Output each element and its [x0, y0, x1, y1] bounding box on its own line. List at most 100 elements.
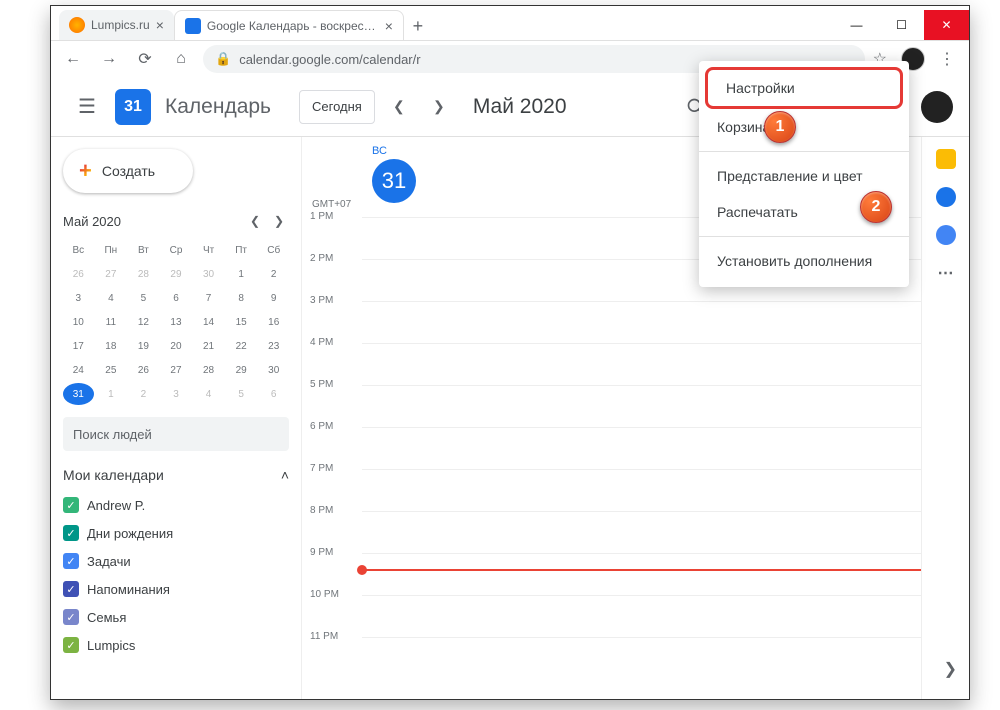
- calendar-item[interactable]: ✓Напоминания: [63, 575, 289, 603]
- mini-day[interactable]: 22: [226, 335, 257, 357]
- mini-day[interactable]: 18: [96, 335, 127, 357]
- mini-day[interactable]: 31: [63, 383, 94, 405]
- mini-day[interactable]: 4: [193, 383, 224, 405]
- my-calendars-toggle[interactable]: Мои календари ˄: [63, 467, 289, 483]
- titlebar: Lumpics.ru × Google Календарь - воскресе…: [51, 6, 969, 41]
- mini-day[interactable]: 29: [161, 263, 192, 285]
- tab-lumpics[interactable]: Lumpics.ru ×: [59, 10, 174, 40]
- browser-menu-icon[interactable]: ⋮: [933, 49, 961, 69]
- hour-row[interactable]: 9 PM: [302, 553, 921, 595]
- keep-icon[interactable]: [936, 149, 956, 169]
- hour-row[interactable]: 10 PM: [302, 595, 921, 637]
- mini-day[interactable]: 3: [161, 383, 192, 405]
- minimize-button[interactable]: —: [834, 10, 879, 40]
- more-icon[interactable]: ⋯: [938, 263, 954, 283]
- mini-day[interactable]: 5: [128, 287, 159, 309]
- mini-day[interactable]: 10: [63, 311, 94, 333]
- menu-addons[interactable]: Установить дополнения: [699, 243, 909, 279]
- hour-row[interactable]: 8 PM: [302, 511, 921, 553]
- hour-row[interactable]: 7 PM: [302, 469, 921, 511]
- calendar-checkbox[interactable]: ✓: [63, 497, 79, 513]
- forward-button[interactable]: →: [95, 45, 123, 73]
- mini-next-button[interactable]: ❯: [269, 211, 289, 231]
- account-avatar[interactable]: [921, 91, 953, 123]
- close-button[interactable]: ✕: [924, 10, 969, 40]
- mini-day[interactable]: 3: [63, 287, 94, 309]
- mini-day[interactable]: 27: [96, 263, 127, 285]
- mini-day[interactable]: 5: [226, 383, 257, 405]
- calendar-logo: 31: [115, 89, 151, 125]
- mini-day[interactable]: 28: [193, 359, 224, 381]
- hour-row[interactable]: 5 PM: [302, 385, 921, 427]
- mini-day[interactable]: 20: [161, 335, 192, 357]
- hour-line: [362, 427, 921, 428]
- mini-day[interactable]: 7: [193, 287, 224, 309]
- maximize-button[interactable]: ☐: [879, 10, 924, 40]
- mini-day[interactable]: 25: [96, 359, 127, 381]
- mini-day[interactable]: 6: [258, 383, 289, 405]
- dropdown-highlight: Настройки: [705, 67, 903, 109]
- menu-trash[interactable]: Корзина: [699, 109, 909, 145]
- mini-day[interactable]: 26: [63, 263, 94, 285]
- menu-settings[interactable]: Настройки: [708, 70, 900, 106]
- mini-day[interactable]: 16: [258, 311, 289, 333]
- new-tab-button[interactable]: +: [404, 12, 432, 40]
- mini-day[interactable]: 26: [128, 359, 159, 381]
- mini-day[interactable]: 17: [63, 335, 94, 357]
- hide-panel-icon[interactable]: ❯: [944, 659, 957, 679]
- mini-day[interactable]: 1: [226, 263, 257, 285]
- menu-density[interactable]: Представление и цвет: [699, 158, 909, 194]
- mini-day[interactable]: 4: [96, 287, 127, 309]
- prev-period-button[interactable]: ❮: [383, 91, 415, 123]
- tasks-icon[interactable]: [936, 187, 956, 207]
- tab-calendar[interactable]: Google Календарь - воскресень ×: [174, 10, 404, 40]
- calendar-checkbox[interactable]: ✓: [63, 525, 79, 541]
- mini-prev-button[interactable]: ❮: [245, 211, 265, 231]
- mini-day[interactable]: 8: [226, 287, 257, 309]
- close-icon[interactable]: ×: [156, 17, 164, 33]
- browser-window: Lumpics.ru × Google Календарь - воскресе…: [50, 5, 970, 700]
- mini-day[interactable]: 28: [128, 263, 159, 285]
- mini-day[interactable]: 12: [128, 311, 159, 333]
- mini-day[interactable]: 6: [161, 287, 192, 309]
- mini-day[interactable]: 2: [258, 263, 289, 285]
- mini-day[interactable]: 15: [226, 311, 257, 333]
- create-button[interactable]: + Создать: [63, 149, 193, 193]
- search-people-input[interactable]: Поиск людей: [63, 417, 289, 451]
- mini-day[interactable]: 2: [128, 383, 159, 405]
- main-menu-icon[interactable]: ☰: [67, 87, 107, 127]
- reload-button[interactable]: ⟳: [131, 45, 159, 73]
- home-button[interactable]: ⌂: [167, 45, 195, 73]
- hour-row[interactable]: 6 PM: [302, 427, 921, 469]
- calendar-item[interactable]: ✓Задачи: [63, 547, 289, 575]
- mini-day[interactable]: 21: [193, 335, 224, 357]
- calendar-checkbox[interactable]: ✓: [63, 553, 79, 569]
- calendar-item[interactable]: ✓Andrew P.: [63, 491, 289, 519]
- calendar-item[interactable]: ✓Дни рождения: [63, 519, 289, 547]
- hour-row[interactable]: 11 PM: [302, 637, 921, 679]
- mini-day[interactable]: 11: [96, 311, 127, 333]
- calendar-checkbox[interactable]: ✓: [63, 637, 79, 653]
- today-button[interactable]: Сегодня: [299, 90, 375, 124]
- mini-day[interactable]: 23: [258, 335, 289, 357]
- contacts-icon[interactable]: [936, 225, 956, 245]
- close-icon[interactable]: ×: [385, 18, 393, 34]
- mini-day[interactable]: 30: [193, 263, 224, 285]
- calendar-item[interactable]: ✓Lumpics: [63, 631, 289, 659]
- back-button[interactable]: ←: [59, 45, 87, 73]
- mini-day[interactable]: 24: [63, 359, 94, 381]
- next-period-button[interactable]: ❯: [423, 91, 455, 123]
- hour-row[interactable]: 3 PM: [302, 301, 921, 343]
- calendar-checkbox[interactable]: ✓: [63, 609, 79, 625]
- mini-day[interactable]: 14: [193, 311, 224, 333]
- mini-day[interactable]: 27: [161, 359, 192, 381]
- mini-day[interactable]: 29: [226, 359, 257, 381]
- calendar-checkbox[interactable]: ✓: [63, 581, 79, 597]
- mini-day[interactable]: 13: [161, 311, 192, 333]
- mini-day[interactable]: 1: [96, 383, 127, 405]
- mini-day[interactable]: 30: [258, 359, 289, 381]
- calendar-item[interactable]: ✓Семья: [63, 603, 289, 631]
- hour-row[interactable]: 4 PM: [302, 343, 921, 385]
- mini-day[interactable]: 19: [128, 335, 159, 357]
- mini-day[interactable]: 9: [258, 287, 289, 309]
